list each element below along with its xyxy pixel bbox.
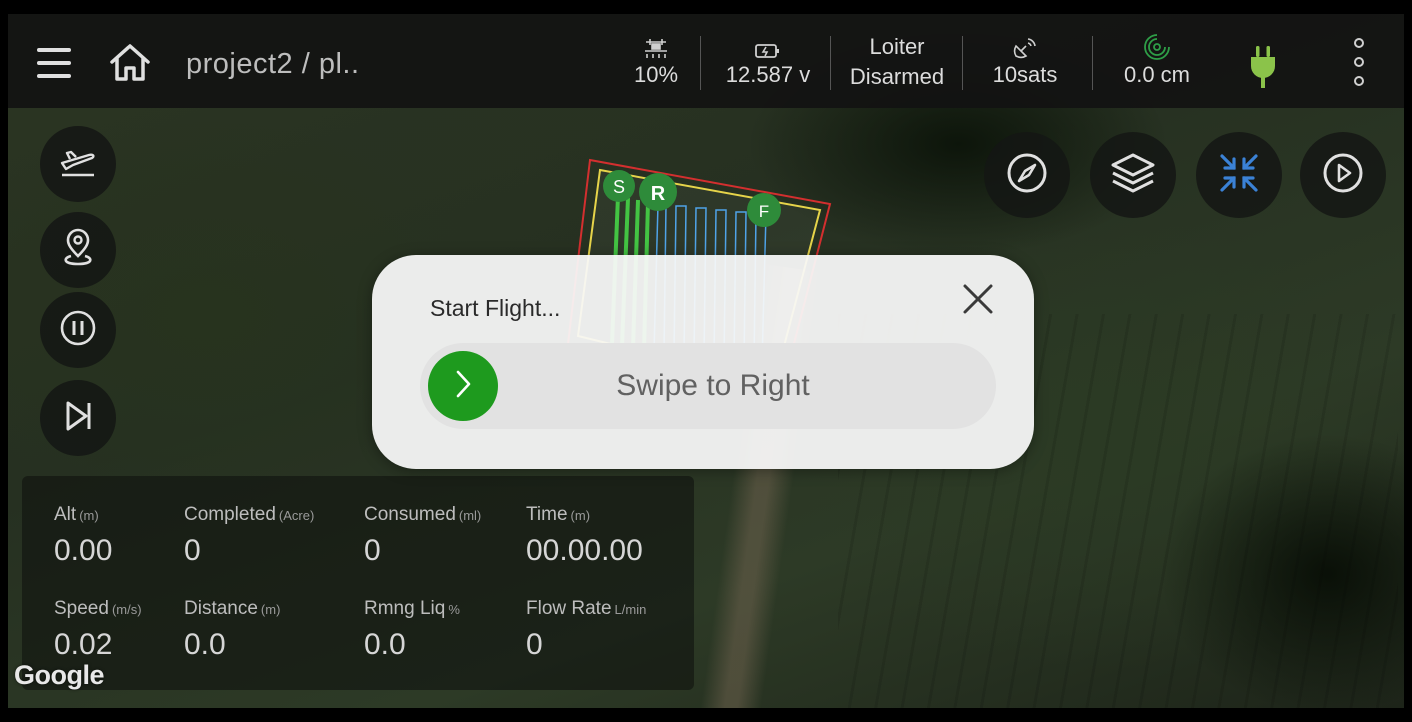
start-flight-dialog: Start Flight... Swipe to Right	[372, 255, 1034, 469]
distance-label: Distance	[184, 598, 258, 619]
completed-stat: Completed (Acre) 0	[184, 504, 314, 568]
arm-state: Disarmed	[849, 64, 945, 89]
play-button[interactable]	[1300, 132, 1386, 218]
swipe-slider[interactable]: Swipe to Right	[420, 343, 996, 429]
alt-label: Alt	[54, 504, 77, 525]
start-marker[interactable]: S	[603, 170, 635, 202]
rtk-accuracy: 0.0 cm	[1123, 62, 1191, 87]
menu-icon[interactable]	[34, 48, 74, 78]
battery-status: 12.587 v	[714, 32, 822, 90]
dialog-title: Start Flight...	[430, 295, 561, 321]
flow-rate-value: 0	[526, 628, 543, 661]
remaining-liquid-unit: %	[448, 602, 460, 617]
flow-rate-stat: Flow Rate L/min 0	[526, 598, 646, 662]
flight-mode: Loiter	[869, 34, 925, 59]
time-label: Time	[526, 504, 568, 525]
spray-percent: 10%	[633, 62, 679, 87]
layers-icon	[1107, 149, 1159, 202]
telemetry-panel: Alt (m) 0.00 Completed (Acre) 0 Consumed (m…	[22, 476, 694, 690]
rtk-status: 0.0 cm	[1108, 32, 1206, 90]
spray-status: 10%	[628, 32, 684, 90]
finish-marker-label: F	[759, 202, 769, 221]
flow-rate-unit: L/min	[614, 602, 647, 617]
speed-value: 0.02	[54, 628, 113, 661]
remaining-liquid-stat: Rmng Liq% 0.0	[364, 598, 460, 662]
google-attribution: Google	[14, 660, 105, 690]
speed-label: Speed	[54, 598, 109, 619]
speed-unit: (m/s)	[111, 602, 142, 617]
map-pin-icon	[59, 228, 97, 273]
takeoff-button[interactable]	[40, 126, 116, 202]
completed-unit: (Acre)	[278, 508, 315, 523]
pause-icon	[59, 309, 97, 352]
pause-button[interactable]	[40, 292, 116, 368]
divider	[700, 36, 701, 90]
finish-marker[interactable]: F	[747, 193, 781, 227]
time-unit: (m)	[570, 508, 591, 523]
time-stat: Time (m) 00.00.00	[526, 504, 643, 568]
collapse-button[interactable]	[1196, 132, 1282, 218]
sprayer-icon	[628, 32, 684, 60]
completed-value: 0	[184, 534, 201, 567]
skip-next-icon	[59, 397, 97, 440]
layers-button[interactable]	[1090, 132, 1176, 218]
consumed-unit: (ml)	[458, 508, 482, 523]
project-title[interactable]: project2 / pl..	[186, 48, 360, 81]
plug-icon[interactable]	[1248, 44, 1278, 90]
app-root: S R F project2 / pl.. 10% 12.587 v Loite…	[0, 0, 1412, 722]
distance-unit: (m)	[260, 602, 281, 617]
chevron-right-icon	[452, 369, 474, 404]
alt-value: 0.00	[54, 534, 113, 567]
satellite-icon	[982, 32, 1068, 60]
flight-status: Loiter Disarmed	[836, 32, 958, 92]
speed-stat: Speed (m/s) 0.02	[54, 598, 142, 662]
home-icon[interactable]	[108, 42, 152, 82]
rtl-marker-label: R	[651, 183, 666, 205]
close-icon[interactable]	[960, 281, 996, 317]
remaining-liquid-label: Rmng Liq	[364, 598, 446, 619]
battery-icon	[714, 32, 822, 60]
consumed-label: Consumed	[364, 504, 456, 525]
swipe-label: Swipe to Right	[616, 369, 810, 402]
rtl-marker[interactable]: R	[639, 173, 677, 211]
distance-value: 0.0	[184, 628, 226, 661]
remaining-liquid-value: 0.0	[364, 628, 406, 661]
consumed-value: 0	[364, 534, 381, 567]
play-icon	[1320, 150, 1366, 201]
consumed-stat: Consumed (ml) 0	[364, 504, 481, 568]
takeoff-icon	[59, 145, 97, 184]
gps-status: 10sats	[982, 32, 1068, 90]
battery-voltage: 12.587 v	[725, 62, 811, 87]
rtk-signal-icon	[1108, 32, 1206, 60]
top-status-bar: project2 / pl.. 10% 12.587 v Loiter Disa…	[8, 14, 1404, 108]
divider	[830, 36, 831, 90]
alt-unit: (m)	[79, 508, 99, 523]
distance-stat: Distance (m) 0.0	[184, 598, 280, 662]
compass-button[interactable]	[984, 132, 1070, 218]
collapse-arrows-icon	[1217, 151, 1261, 200]
swipe-knob[interactable]	[428, 351, 498, 421]
start-marker-label: S	[613, 177, 625, 197]
completed-label: Completed	[184, 504, 276, 525]
time-value: 00.00.00	[526, 534, 643, 567]
skip-button[interactable]	[40, 380, 116, 456]
compass-icon	[1004, 150, 1050, 201]
flow-rate-label: Flow Rate	[526, 598, 612, 619]
location-button[interactable]	[40, 212, 116, 288]
divider	[962, 36, 963, 90]
screen: S R F project2 / pl.. 10% 12.587 v Loite…	[8, 14, 1404, 708]
divider	[1092, 36, 1093, 90]
alt-stat: Alt (m) 0.00	[54, 504, 112, 568]
satellite-count: 10sats	[992, 62, 1058, 87]
more-vertical-icon[interactable]	[1348, 38, 1370, 86]
